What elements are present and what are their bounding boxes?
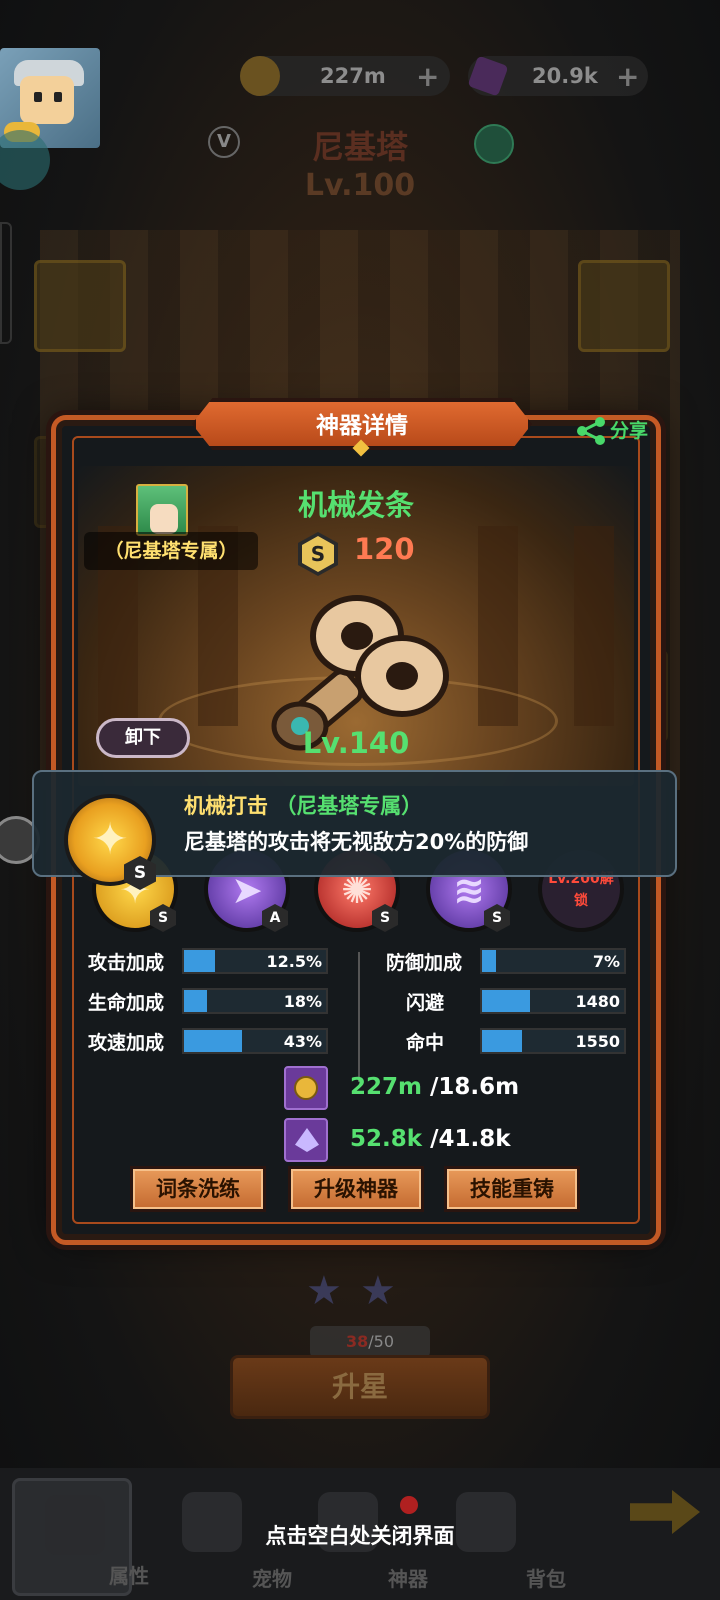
gold-coin-icon xyxy=(284,1066,328,1110)
stat-attack-speed-bonus: 攻速加成 43% xyxy=(88,1026,338,1056)
close-hint-text[interactable]: 点击空白处关闭界面 xyxy=(0,1520,720,1550)
equip-slot-armor[interactable] xyxy=(578,260,670,352)
owner-tag: （尼基塔专属） xyxy=(84,532,258,570)
star-icon: ★ xyxy=(306,1268,342,1314)
element-badge-icon xyxy=(474,124,514,164)
gold-coin-icon xyxy=(240,56,280,96)
tooltip-skill-name: 机械打击 （尼基塔专属） xyxy=(184,794,423,818)
gem-value: 20.9k xyxy=(532,64,598,88)
strike-skill-icon: ✦ S xyxy=(64,794,156,890)
gem-resource: 20.9k + xyxy=(467,55,648,97)
hero-name: 尼基塔 xyxy=(311,128,408,166)
gold-value: 227m xyxy=(320,64,386,88)
star-fragment-progress: 38/50 xyxy=(310,1326,430,1358)
stat-hp-bonus: 生命加成 18% xyxy=(88,986,338,1016)
add-gem-icon[interactable]: + xyxy=(616,60,639,93)
hero-level: Lv.100 xyxy=(304,168,416,203)
stat-defense-bonus: 防御加成 7% xyxy=(386,946,636,976)
equip-slot-weapon[interactable] xyxy=(34,260,126,352)
upgrade-star-button[interactable]: 升星 xyxy=(230,1355,490,1419)
tooltip-description: 尼基塔的攻击将无视敌方20%的防御 xyxy=(184,830,529,854)
add-gold-icon[interactable]: + xyxy=(416,60,439,93)
skill-tooltip: ✦ S 机械打击 （尼基塔专属） 尼基塔的攻击将无视敌方20%的防御 xyxy=(32,770,677,890)
cost-gold: 227m /18.6m xyxy=(284,1066,584,1110)
stats-divider xyxy=(358,952,360,1082)
gold-resource: 227m + xyxy=(240,56,450,96)
artifact-level: Lv.140 xyxy=(302,726,410,760)
crystal-icon xyxy=(284,1118,328,1162)
share-icon xyxy=(577,417,605,445)
share-button[interactable]: 分享 xyxy=(572,412,662,448)
cost-crystal: 52.8k /41.8k xyxy=(284,1118,584,1162)
upgrade-artifact-button[interactable]: 升级神器 xyxy=(288,1166,424,1212)
side-tab[interactable] xyxy=(0,222,12,344)
stats-panel: 攻击加成 12.5% 生命加成 18% 攻速加成 43% 防御加成 7% 闪避 … xyxy=(88,946,628,1082)
stat-dodge: 闪避 1480 xyxy=(386,986,636,1016)
reroll-affix-button[interactable]: 词条洗练 xyxy=(130,1166,266,1212)
reforge-skill-button[interactable]: 技能重铸 xyxy=(444,1166,580,1212)
artifact-name: 机械发条 xyxy=(297,488,414,522)
star-icon: ★ xyxy=(360,1268,396,1314)
artifact-power: 120 xyxy=(354,532,415,566)
stat-hit: 命中 1550 xyxy=(386,1026,636,1056)
purple-gem-icon xyxy=(467,55,509,97)
notification-dot xyxy=(400,1496,418,1514)
stat-attack-bonus: 攻击加成 12.5% xyxy=(88,946,338,976)
dialog-title: 神器详情 xyxy=(316,413,408,439)
